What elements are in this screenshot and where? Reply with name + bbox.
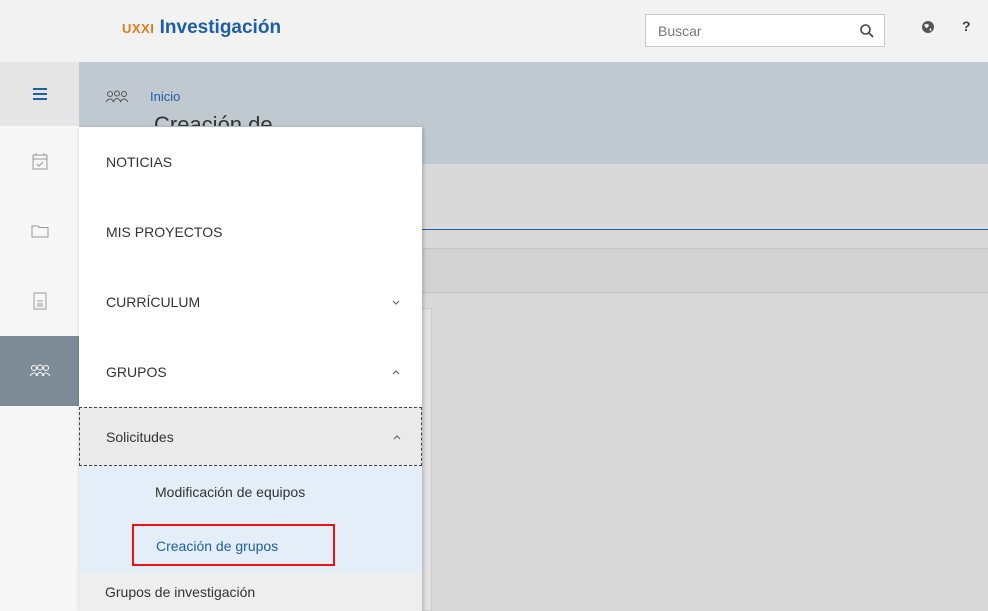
hamburger-icon	[32, 88, 47, 100]
menu-item-label: GRUPOS	[106, 364, 167, 380]
group-people-icon	[29, 364, 50, 377]
menu-item-label: Solicitudes	[106, 428, 174, 445]
hamburger-menu-button[interactable]	[0, 62, 79, 126]
logo-prefix: UXXI	[122, 21, 155, 36]
menu-item-creacion-grupos[interactable]: Creación de grupos	[132, 524, 335, 566]
menu-item-mis-proyectos[interactable]: MIS PROYECTOS	[79, 197, 422, 267]
app-logo[interactable]: UXXI Investigación	[122, 17, 281, 39]
menu-item-label: Grupos de investigación	[105, 584, 256, 600]
navigation-menu: NOTICIAS MIS PROYECTOS CURRÍCULUM GRUPOS…	[79, 127, 422, 611]
search-box	[645, 14, 885, 47]
menu-item-curriculum[interactable]: CURRÍCULUM	[79, 267, 422, 337]
chevron-up-icon	[392, 370, 400, 375]
chevron-down-icon	[392, 300, 400, 305]
cv-document-icon	[33, 292, 46, 310]
menu-item-grupos-investigacion[interactable]: Grupos de investigación	[79, 573, 422, 611]
menu-item-modificacion-equipos[interactable]: Modificación de equipos	[155, 484, 305, 500]
chevron-up-icon	[393, 434, 401, 439]
globe-icon[interactable]	[921, 20, 935, 34]
toolbar-strip	[420, 249, 988, 293]
logo-name: Investigación	[159, 17, 282, 38]
rail-item-projects[interactable]	[0, 196, 79, 266]
page-title: Creación de	[154, 112, 273, 126]
rail-item-groups[interactable]	[0, 336, 79, 406]
menu-item-grupos[interactable]: GRUPOS	[79, 337, 422, 407]
menu-item-label: CURRÍCULUM	[106, 294, 201, 310]
menu-item-solicitudes[interactable]: Solicitudes	[79, 407, 422, 466]
calendar-check-icon	[32, 153, 47, 170]
side-rail	[0, 62, 80, 611]
menu-item-noticias[interactable]: NOTICIAS	[79, 127, 422, 197]
menu-item-label: Creación de grupos	[156, 538, 279, 554]
rail-item-news[interactable]	[0, 126, 79, 196]
help-icon[interactable]: ?	[962, 18, 971, 34]
tab-underline	[420, 229, 988, 230]
breadcrumb: Inicio	[104, 89, 180, 104]
breadcrumb-home-link[interactable]: Inicio	[150, 89, 180, 104]
folder-icon	[31, 225, 48, 238]
app-header: UXXI Investigación ?	[0, 0, 988, 63]
group-people-icon	[105, 90, 129, 102]
menu-item-label: MIS PROYECTOS	[106, 224, 223, 240]
search-input[interactable]	[658, 23, 848, 39]
rail-item-cv[interactable]	[0, 266, 79, 336]
menu-item-label: NOTICIAS	[106, 154, 173, 170]
search-icon[interactable]	[859, 23, 875, 39]
